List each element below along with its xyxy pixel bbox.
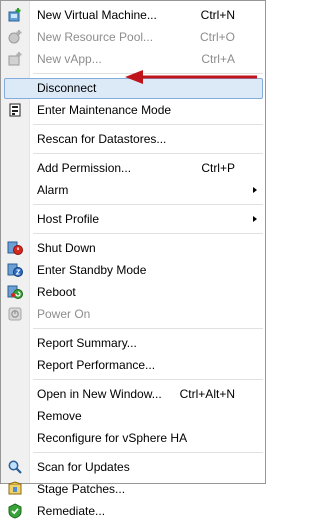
menu-item-shut-down[interactable]: Shut Down xyxy=(1,237,265,259)
menu-item-label: Report Summary... xyxy=(37,336,137,350)
menu-item-label: Enter Standby Mode xyxy=(37,263,147,277)
menu-item-report-performance[interactable]: Report Performance... xyxy=(1,354,265,376)
menu-item-label: Scan for Updates xyxy=(37,460,130,474)
remediate-icon xyxy=(7,503,23,519)
menu-separator xyxy=(1,449,265,456)
menu-item-label: Host Profile xyxy=(37,212,100,226)
menu-item-label: Enter Maintenance Mode xyxy=(37,103,172,117)
resource-pool-icon xyxy=(7,29,23,45)
menu-separator xyxy=(1,121,265,128)
menu-item-label: Shut Down xyxy=(37,241,96,255)
menu-item-rescan-datastores[interactable]: Rescan for Datastores... xyxy=(1,128,265,150)
menu-item-label: Power On xyxy=(37,307,91,321)
menu-item-label: Add Permission... xyxy=(37,161,132,175)
submenu-arrow-icon xyxy=(253,216,257,222)
menu-item-label: Remove xyxy=(37,409,82,423)
annotation-arrow-icon xyxy=(125,70,257,84)
menu-item-open-in-new-window[interactable]: Open in New Window... Ctrl+Alt+N xyxy=(1,383,265,405)
shut-down-icon xyxy=(7,240,23,256)
menu-item-report-summary[interactable]: Report Summary... xyxy=(1,332,265,354)
menu-item-host-profile[interactable]: Host Profile xyxy=(1,208,265,230)
menu-item-label: Disconnect xyxy=(37,81,97,95)
menu-item-shortcut: Ctrl+Alt+N xyxy=(179,387,235,401)
menu-item-shortcut: Ctrl+O xyxy=(199,30,235,44)
menu-item-new-virtual-machine[interactable]: New Virtual Machine... Ctrl+N xyxy=(1,4,265,26)
menu-item-reboot[interactable]: Reboot xyxy=(1,281,265,303)
menu-item-label: Reconfigure for vSphere HA xyxy=(37,431,188,445)
scan-updates-icon xyxy=(7,459,23,475)
standby-icon xyxy=(7,262,23,278)
submenu-arrow-icon xyxy=(253,187,257,193)
menu-item-enter-maintenance-mode[interactable]: Enter Maintenance Mode xyxy=(1,99,265,121)
menu-item-label: Remediate... xyxy=(37,504,106,518)
menu-item-remove[interactable]: Remove xyxy=(1,405,265,427)
menu-item-new-resource-pool[interactable]: New Resource Pool... Ctrl+O xyxy=(1,26,265,48)
menu-item-label: New vApp... xyxy=(37,52,102,66)
menu-item-label: Stage Patches... xyxy=(37,482,126,496)
menu-separator xyxy=(1,376,265,383)
menu-item-label: New Resource Pool... xyxy=(37,30,154,44)
menu-item-label: Reboot xyxy=(37,285,76,299)
menu-item-enter-standby-mode[interactable]: Enter Standby Mode xyxy=(1,259,265,281)
menu-item-alarm[interactable]: Alarm xyxy=(1,179,265,201)
power-on-icon xyxy=(7,306,23,322)
menu-item-label: Report Performance... xyxy=(37,358,156,372)
menu-separator xyxy=(1,325,265,332)
menu-item-add-permission[interactable]: Add Permission... Ctrl+P xyxy=(1,157,265,179)
maintenance-icon xyxy=(7,102,23,118)
menu-item-scan-for-updates[interactable]: Scan for Updates xyxy=(1,456,265,478)
menu-item-remediate[interactable]: Remediate... xyxy=(1,500,265,522)
menu-item-power-on[interactable]: Power On xyxy=(1,303,265,325)
menu-separator xyxy=(1,201,265,208)
stage-patches-icon xyxy=(7,481,23,497)
menu-item-label: New Virtual Machine... xyxy=(37,8,157,22)
reboot-icon xyxy=(7,284,23,300)
menu-item-label: Open in New Window... xyxy=(37,387,162,401)
menu-separator xyxy=(1,230,265,237)
menu-item-shortcut: Ctrl+N xyxy=(200,8,235,22)
context-menu: New Virtual Machine... Ctrl+N New Resour… xyxy=(0,0,266,519)
menu-item-stage-patches[interactable]: Stage Patches... xyxy=(1,478,265,500)
menu-separator xyxy=(1,150,265,157)
menu-item-shortcut: Ctrl+P xyxy=(201,161,235,175)
menu-item-label: Rescan for Datastores... xyxy=(37,132,167,146)
menu-item-label: Alarm xyxy=(37,183,69,197)
menu-item-reconfigure-ha[interactable]: Reconfigure for vSphere HA xyxy=(1,427,265,449)
vapp-icon xyxy=(7,51,23,67)
new-vm-icon xyxy=(7,7,23,23)
